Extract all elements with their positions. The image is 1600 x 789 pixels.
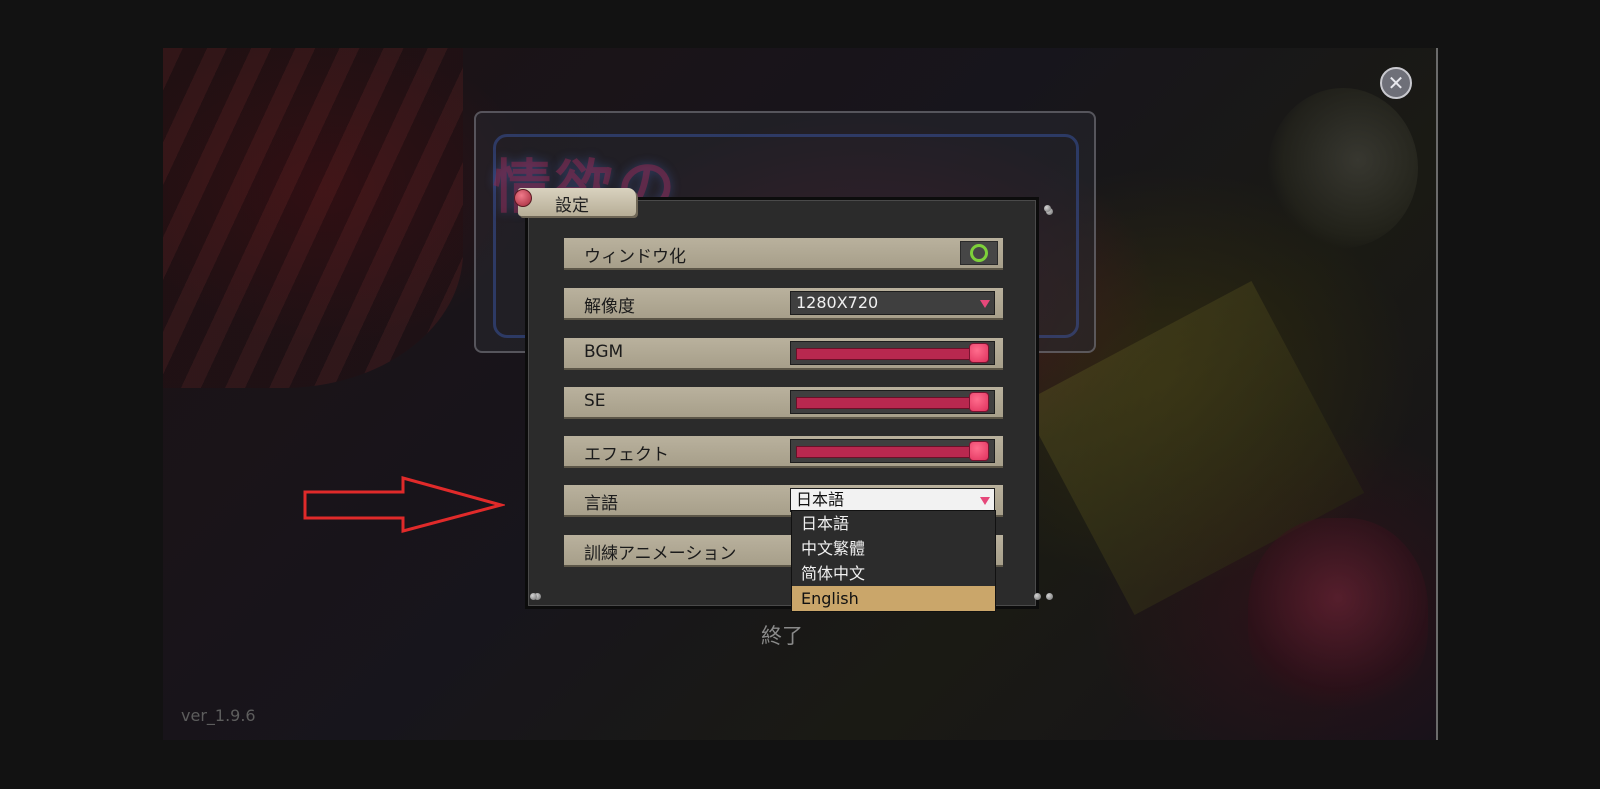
language-option-highlighted[interactable]: English (792, 586, 995, 611)
background-bowl (1268, 88, 1418, 248)
setting-label: 解像度 (584, 297, 635, 317)
slider-thumb[interactable] (969, 441, 989, 461)
slider-fill (796, 348, 981, 360)
se-slider[interactable] (790, 390, 995, 414)
pin-icon (514, 189, 532, 207)
chevron-down-icon (980, 300, 990, 308)
setting-label: BGM (584, 342, 624, 362)
bgm-slider[interactable] (790, 341, 995, 365)
setting-row-se: SE (564, 387, 1003, 417)
language-option[interactable]: 简体中文 (792, 561, 995, 586)
setting-label: エフェクト (584, 445, 669, 465)
select-value: 日本語 (796, 490, 845, 509)
background-curtain (163, 48, 463, 388)
chevron-down-icon (980, 497, 990, 505)
setting-label: 訓練アニメーション (584, 544, 737, 564)
close-button[interactable]: ✕ (1380, 67, 1412, 99)
screw-icon (1046, 593, 1053, 600)
screw-icon (1034, 593, 1041, 600)
setting-label: 言語 (584, 494, 618, 514)
arrow-right-icon (303, 476, 505, 533)
language-option[interactable]: 日本語 (792, 511, 995, 536)
effect-slider[interactable] (790, 439, 995, 463)
setting-row-bgm: BGM (564, 338, 1003, 368)
language-dropdown-list: 日本語 中文繁體 简体中文 English (791, 510, 996, 612)
slider-thumb[interactable] (969, 392, 989, 412)
slider-thumb[interactable] (969, 343, 989, 363)
setting-row-window-mode: ウィンドウ化 (564, 238, 1003, 268)
language-select[interactable]: 日本語 (790, 488, 995, 512)
select-value: 1280X720 (796, 293, 879, 312)
setting-label: SE (584, 391, 606, 411)
setting-row-effect: エフェクト (564, 436, 1003, 466)
window-mode-toggle[interactable] (960, 241, 998, 265)
close-icon: ✕ (1387, 71, 1405, 95)
resolution-select[interactable]: 1280X720 (790, 291, 995, 315)
language-option[interactable]: 中文繁體 (792, 536, 995, 561)
settings-title: 設定 (555, 196, 589, 216)
version-label: ver_1.9.6 (181, 706, 256, 725)
screw-icon (1044, 205, 1051, 212)
game-viewport: 情欲の ✕ ver_1.9.6 設定 ウィンドウ化 解像度 1280X720 B… (163, 48, 1438, 740)
screw-icon (530, 593, 537, 600)
toggle-on-icon (970, 244, 988, 262)
slider-fill (796, 446, 981, 458)
setting-row-resolution: 解像度 1280X720 (564, 288, 1003, 318)
slider-fill (796, 397, 981, 409)
background-character (1248, 518, 1428, 718)
exit-button[interactable]: 終了 (761, 620, 803, 650)
setting-label: ウィンドウ化 (584, 247, 686, 267)
